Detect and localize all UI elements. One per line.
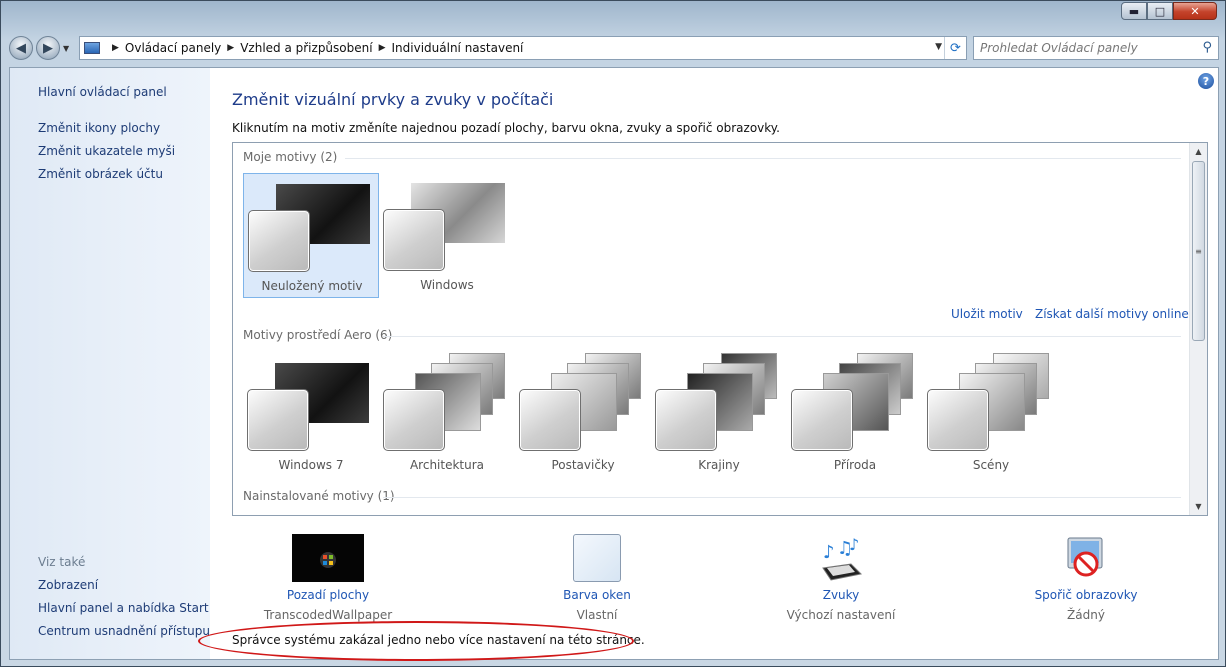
sidebar: Hlavní ovládací panel Změnit ikony ploch… <box>10 68 210 659</box>
screen-saver-value: Žádný <box>1067 608 1105 622</box>
save-theme-link[interactable]: Uložit motiv <box>951 307 1023 321</box>
theme-label: Postavičky <box>551 458 615 472</box>
breadcrumb-control-panel[interactable]: Ovládací panely <box>125 41 221 55</box>
back-arrow-icon: ◀ <box>16 40 26 56</box>
theme-color-swatch <box>519 389 581 451</box>
sounds-value: Výchozí nastavení <box>786 608 896 622</box>
chevron-right-icon[interactable]: ▶ <box>112 43 119 53</box>
close-button[interactable]: ✕ <box>1173 2 1217 20</box>
theme-label: Neuložený motiv <box>261 279 363 293</box>
group-divider <box>383 336 1181 337</box>
desktop-background-thumbnail-icon <box>292 534 364 582</box>
theme-tile-nature[interactable]: Příroda <box>787 353 923 478</box>
search-placeholder: Prohledat Ovládací panely <box>980 41 1138 55</box>
theme-tile-windows7[interactable]: Windows 7 <box>243 353 379 478</box>
window-color-link[interactable]: Barva oken <box>507 588 687 602</box>
theme-color-swatch <box>655 389 717 451</box>
theme-label: Příroda <box>833 458 877 472</box>
scroll-up-icon[interactable]: ▲ <box>1190 143 1207 160</box>
group-divider <box>345 158 1181 159</box>
get-themes-online-link[interactable]: Získat další motivy online <box>1035 307 1189 321</box>
minimize-button[interactable]: ▬ <box>1121 2 1147 20</box>
theme-color-swatch <box>248 210 310 272</box>
search-icon[interactable]: ⚲ <box>1202 40 1212 55</box>
theme-tile-windows[interactable]: Windows <box>379 173 515 298</box>
sidebar-link-home[interactable]: Hlavní ovládací panel <box>38 85 167 99</box>
theme-scrollbar[interactable]: ▲ ≡ ▼ <box>1189 143 1207 515</box>
scroll-down-icon[interactable]: ▼ <box>1190 498 1207 515</box>
sounds-icon: ♪ ♫ ♪ <box>822 535 863 581</box>
theme-tile-landscapes[interactable]: Krajiny <box>651 353 787 478</box>
svg-text:♪: ♪ <box>823 542 835 563</box>
theme-label: Windows <box>420 278 474 292</box>
theme-color-swatch <box>383 209 445 271</box>
sidebar-link-taskbar[interactable]: Hlavní panel a nabídka Start <box>38 601 209 615</box>
sidebar-link-mouse-pointers[interactable]: Změnit ukazatele myši <box>38 144 175 158</box>
caption-buttons: ▬ □ ✕ <box>1121 2 1217 20</box>
breadcrumb-personalization[interactable]: Individuální nastavení <box>392 41 524 55</box>
desktop-background-item[interactable]: Pozadí plochy TranscodedWallpaper <box>238 534 418 622</box>
sounds-item[interactable]: ♪ ♫ ♪ Zvuky Výchozí nastavení <box>751 534 931 622</box>
page-description: Kliknutím na motiv změníte najednou poza… <box>232 121 780 135</box>
sidebar-link-account-picture[interactable]: Změnit obrázek účtu <box>38 167 163 181</box>
theme-tile-characters[interactable]: Postavičky <box>515 353 651 478</box>
window-color-value: Vlastní <box>576 608 618 622</box>
help-icon[interactable]: ? <box>1198 73 1214 89</box>
group-aero-themes: Motivy prostředí Aero (6) <box>243 328 393 342</box>
svg-text:♪: ♪ <box>849 535 859 554</box>
scroll-thumb[interactable]: ≡ <box>1192 161 1205 341</box>
theme-tile-unsaved[interactable]: Neuložený motiv <box>243 173 379 298</box>
page-title: Změnit vizuální prvky a zvuky v počítači <box>232 90 554 109</box>
back-button[interactable]: ◀ <box>9 36 33 60</box>
screen-saver-link[interactable]: Spořič obrazovky <box>996 588 1176 602</box>
sidebar-link-desktop-icons[interactable]: Změnit ikony plochy <box>38 121 160 135</box>
desktop-background-value: TranscodedWallpaper <box>263 608 393 622</box>
window-color-item[interactable]: Barva oken Vlastní <box>507 534 687 622</box>
forward-arrow-icon: ▶ <box>43 40 53 56</box>
sounds-link[interactable]: Zvuky <box>751 588 931 602</box>
group-divider <box>383 497 1181 498</box>
theme-color-swatch <box>247 389 309 451</box>
breadcrumb-appearance[interactable]: Vzhled a přizpůsobení <box>240 41 372 55</box>
chevron-right-icon[interactable]: ▶ <box>227 43 234 53</box>
sidebar-link-display[interactable]: Zobrazení <box>38 578 98 592</box>
theme-label: Scény <box>972 458 1010 472</box>
sidebar-link-ease-of-access[interactable]: Centrum usnadnění přístupu <box>38 624 210 638</box>
group-installed-themes: Nainstalované motivy (1) <box>243 489 395 503</box>
address-dropdown-icon[interactable]: ▼ <box>935 42 942 52</box>
group-my-themes: Moje motivy (2) <box>243 150 338 164</box>
forward-button[interactable]: ▶ <box>36 36 60 60</box>
theme-label: Architektura <box>409 458 485 472</box>
recent-pages-dropdown-icon[interactable]: ▼ <box>63 44 73 53</box>
theme-gallery: Moje motivy (2) Neuložený motiv Windows … <box>232 142 1208 516</box>
theme-label: Krajiny <box>698 458 740 472</box>
content-area: Hlavní ovládací panel Změnit ikony ploch… <box>9 67 1219 661</box>
navigation-bar: ◀ ▶ ▼ ▶ Ovládací panely ▶ Vzhled a přizp… <box>9 35 1219 61</box>
window-color-swatch-icon <box>573 534 621 582</box>
theme-color-swatch <box>927 389 989 451</box>
refresh-icon[interactable]: ⟳ <box>944 37 966 59</box>
maximize-button[interactable]: □ <box>1147 2 1173 20</box>
theme-color-swatch <box>791 389 853 451</box>
search-input[interactable]: Prohledat Ovládací panely ⚲ <box>973 36 1219 60</box>
control-panel-icon <box>84 42 100 54</box>
theme-tile-architecture[interactable]: Architektura <box>379 353 515 478</box>
see-also-heading: Viz také <box>38 555 86 569</box>
theme-tile-scenes[interactable]: Scény <box>923 353 1059 478</box>
window: ▬ □ ✕ ◀ ▶ ▼ ▶ Ovládací panely ▶ Vzhled a… <box>0 0 1226 667</box>
screen-saver-item[interactable]: Spořič obrazovky Žádný <box>996 534 1176 622</box>
screen-saver-icon <box>1067 537 1103 577</box>
chevron-right-icon[interactable]: ▶ <box>379 43 386 53</box>
theme-color-swatch <box>383 389 445 451</box>
red-highlight-ellipse <box>198 621 634 661</box>
desktop-background-link[interactable]: Pozadí plochy <box>238 588 418 602</box>
address-bar[interactable]: ▶ Ovládací panely ▶ Vzhled a přizpůsoben… <box>79 36 967 60</box>
theme-label: Windows 7 <box>278 458 344 472</box>
